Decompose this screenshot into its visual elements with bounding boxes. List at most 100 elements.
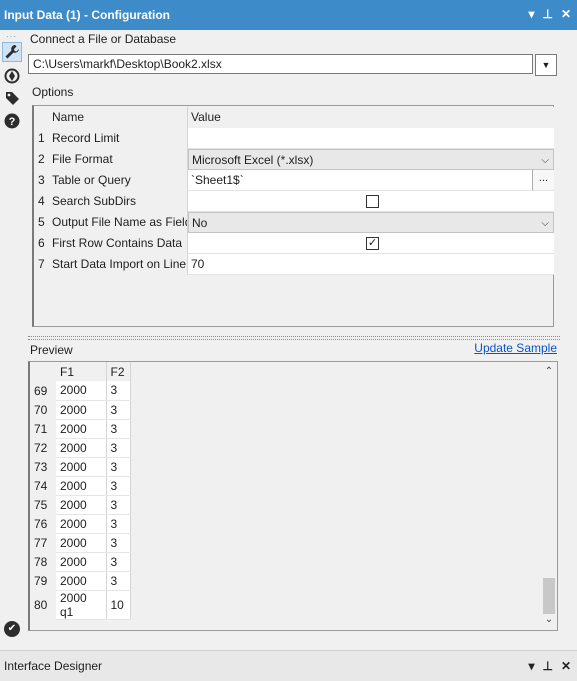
option-row-first-row-data: 6 First Row Contains Data ✓ <box>34 233 554 254</box>
table-row[interactable]: 73 2000 3 <box>30 457 131 477</box>
cell-f2[interactable]: 3 <box>106 476 131 496</box>
cell-f2[interactable]: 3 <box>106 438 131 458</box>
option-row-search-subdirs: 4 Search SubDirs <box>34 191 554 212</box>
cell-f2[interactable]: 3 <box>106 552 131 572</box>
window-title: Input Data (1) - Configuration <box>4 8 170 22</box>
table-row[interactable]: 70 2000 3 <box>30 400 131 420</box>
cell-f2[interactable]: 3 <box>106 571 131 591</box>
cell-f2[interactable]: 3 <box>106 533 131 553</box>
header-name: Name <box>50 107 188 128</box>
first-row-data-cell: ✓ <box>188 233 554 254</box>
cell-f2[interactable]: 3 <box>106 419 131 439</box>
cell-f1[interactable]: 2000 <box>56 381 107 401</box>
target-icon[interactable] <box>2 66 22 86</box>
dropdown-icon[interactable]: ▾ <box>528 659 534 673</box>
grip-icon: ··· <box>6 32 17 41</box>
svg-text:?: ? <box>9 116 16 128</box>
table-query-input[interactable]: `Sheet1$` ... <box>188 170 554 191</box>
preview-grid: F1 F2 69 2000 3 70 2000 3 71 2000 3 72 2000 3 73 2000… <box>28 361 558 631</box>
option-row-start-line: 7 Start Data Import on Line 70 <box>34 254 554 275</box>
column-header[interactable]: F2 <box>106 362 131 381</box>
file-path-input[interactable]: C:\Users\markf\Desktop\Book2.xlsx <box>28 54 533 74</box>
row-number: 77 <box>34 535 48 550</box>
update-sample-link[interactable]: Update Sample <box>474 341 557 355</box>
browse-button[interactable]: ... <box>532 170 554 190</box>
table-row[interactable]: 72 2000 3 <box>30 438 131 458</box>
pin-icon[interactable]: ⊥ <box>542 7 552 21</box>
chevron-down-icon: ⌵ <box>541 218 549 229</box>
start-line-input[interactable]: 70 <box>188 254 554 275</box>
scroll-thumb[interactable] <box>543 578 555 614</box>
cell-f1[interactable]: 2000 <box>56 419 107 439</box>
cell-f2[interactable]: 3 <box>106 457 131 477</box>
tag-icon[interactable] <box>2 88 22 108</box>
cell-f2[interactable]: 3 <box>106 400 131 420</box>
output-file-name-value: No <box>192 216 208 230</box>
row-number: 74 <box>34 478 48 493</box>
output-file-name-select[interactable]: No ⌵ <box>188 212 554 233</box>
table-row[interactable]: 78 2000 3 <box>30 552 131 572</box>
option-name: Start Data Import on Line <box>50 254 188 275</box>
pin-icon[interactable]: ⊥ <box>542 659 552 673</box>
cell-f1[interactable]: 2000 <box>56 495 107 515</box>
cell-f1[interactable]: 2000 <box>56 552 107 572</box>
table-row[interactable]: 80 2000 q1 10 <box>30 590 131 620</box>
scroll-down-icon[interactable]: ⌄ <box>541 612 557 628</box>
close-icon[interactable]: ✕ <box>561 659 571 673</box>
cell-f1[interactable]: 2000 <box>56 533 107 553</box>
column-header[interactable]: F1 <box>56 362 107 381</box>
table-row[interactable]: 79 2000 3 <box>30 571 131 591</box>
file-format-select[interactable]: Microsoft Excel (*.xlsx) ⌵ <box>188 149 554 170</box>
wrench-icon[interactable] <box>2 42 22 62</box>
preview-header-row: F1 F2 <box>30 362 131 381</box>
cell-f1[interactable]: 2000 q1 <box>56 590 107 620</box>
table-row[interactable]: 76 2000 3 <box>30 514 131 534</box>
cell-f1[interactable]: 2000 <box>56 476 107 496</box>
option-name: File Format <box>50 149 188 170</box>
cell-f1[interactable]: 2000 <box>56 457 107 477</box>
table-row[interactable]: 75 2000 3 <box>30 495 131 515</box>
cell-f2[interactable]: 10 <box>106 590 131 620</box>
scroll-up-icon[interactable]: ⌃ <box>541 364 557 380</box>
connect-label: Connect a File or Database <box>30 32 177 46</box>
row-number: 70 <box>34 402 48 417</box>
option-name: Output File Name as Field <box>50 212 188 233</box>
dropdown-icon[interactable]: ▾ <box>528 7 534 21</box>
cell-f2[interactable]: 3 <box>106 514 131 534</box>
row-number: 78 <box>34 554 48 569</box>
record-limit-input[interactable] <box>188 128 554 149</box>
table-row[interactable]: 74 2000 3 <box>30 476 131 496</box>
option-name: Table or Query <box>50 170 188 191</box>
search-subdirs-cell <box>188 191 554 212</box>
table-row[interactable]: 71 2000 3 <box>30 419 131 439</box>
table-row[interactable]: 77 2000 3 <box>30 533 131 553</box>
cell-f2[interactable]: 3 <box>106 381 131 401</box>
chevron-down-icon: ⌵ <box>541 155 549 166</box>
row-number: 80 <box>34 597 48 612</box>
panel-splitter[interactable] <box>28 336 560 340</box>
cell-f1[interactable]: 2000 <box>56 514 107 534</box>
cell-f1[interactable]: 2000 <box>56 438 107 458</box>
interface-designer-title: Interface Designer <box>4 659 103 673</box>
option-row-output-file-name: 5 Output File Name as Field No ⌵ <box>34 212 554 233</box>
option-row-file-format: 2 File Format Microsoft Excel (*.xlsx) ⌵ <box>34 149 554 170</box>
row-number: 75 <box>34 497 48 512</box>
window-titlebar: Input Data (1) - Configuration ▾ ⊥ ✕ <box>0 0 577 30</box>
cell-f1[interactable]: 2000 <box>56 400 107 420</box>
search-subdirs-checkbox[interactable] <box>366 195 379 208</box>
cell-f2[interactable]: 3 <box>106 495 131 515</box>
close-icon[interactable]: ✕ <box>561 7 571 21</box>
options-label: Options <box>32 85 74 99</box>
header-value: Value <box>188 107 554 128</box>
table-query-value: `Sheet1$` <box>191 173 244 187</box>
path-dropdown-button[interactable]: ▼ <box>535 54 557 76</box>
chevron-down-icon: ▼ <box>541 60 551 70</box>
check-circle-icon: ✔ <box>4 621 20 637</box>
cell-f1[interactable]: 2000 <box>56 571 107 591</box>
table-row[interactable]: 69 2000 3 <box>30 381 131 401</box>
row-number: 79 <box>34 573 48 588</box>
preview-scrollbar[interactable]: ⌃ ⌄ <box>541 362 557 630</box>
help-icon[interactable]: ? <box>2 111 22 131</box>
first-row-data-checkbox[interactable]: ✓ <box>366 237 379 250</box>
row-number: 76 <box>34 516 48 531</box>
